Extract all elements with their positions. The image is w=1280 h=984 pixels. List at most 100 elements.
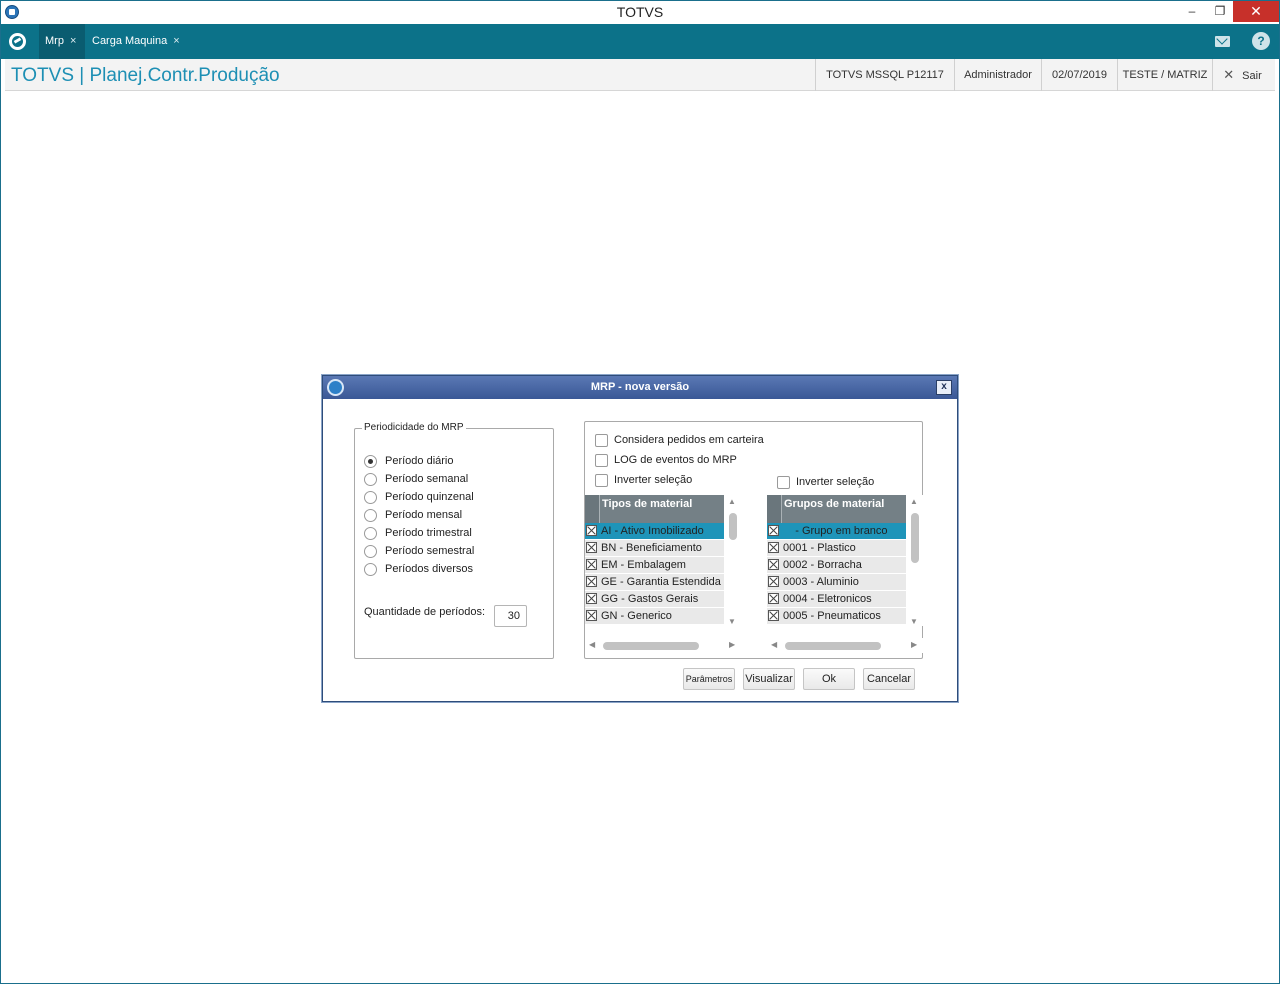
- checkbox[interactable]: [777, 476, 790, 489]
- list-header: Tipos de material: [585, 495, 724, 523]
- radio-label: Período quinzenal: [385, 491, 474, 503]
- periodicity-group: Periodicidade do MRP Período diário Perí…: [354, 422, 554, 659]
- scroll-left-icon[interactable]: ◀: [771, 640, 777, 649]
- scroll-thumb[interactable]: [911, 513, 919, 563]
- minimize-button[interactable]: –: [1177, 1, 1207, 22]
- scroll-up-icon[interactable]: ▲: [910, 497, 918, 506]
- visualizar-button[interactable]: Visualizar: [743, 668, 795, 690]
- checked-box-icon[interactable]: [768, 525, 779, 536]
- list-item-label: 0004 - Eletronicos: [783, 593, 872, 605]
- tab-mrp[interactable]: Mrp ×: [39, 24, 85, 59]
- checked-box-icon[interactable]: [768, 542, 779, 553]
- list-item[interactable]: GN - Generico: [585, 608, 724, 625]
- mail-icon[interactable]: [1215, 36, 1230, 47]
- date-label[interactable]: 02/07/2019: [1041, 59, 1117, 91]
- checked-box-icon[interactable]: [586, 576, 597, 587]
- list-item[interactable]: 0002 - Borracha: [767, 557, 906, 574]
- checked-box-icon[interactable]: [586, 525, 597, 536]
- app-window: TOTVS – ❐ ✕ Mrp × Carga Maquina × ? TOTVS …: [0, 0, 1280, 984]
- dialog-title: MRP - nova versão: [590, 381, 690, 393]
- home-icon[interactable]: [9, 33, 26, 50]
- list-item-label: 0005 - Pneumaticos: [783, 610, 881, 622]
- scroll-thumb[interactable]: [729, 513, 737, 540]
- list-item[interactable]: 0004 - Eletronicos: [767, 591, 906, 608]
- cancel-button[interactable]: Cancelar: [863, 668, 915, 690]
- page-title: TOTVS | Planej.Contr.Produção: [11, 65, 280, 86]
- dialog-close-button[interactable]: x: [936, 380, 952, 395]
- list-item[interactable]: AI - Ativo Imobilizado: [585, 523, 724, 540]
- ok-button[interactable]: Ok: [803, 668, 855, 690]
- list-item-label: - Grupo em branco: [783, 525, 888, 537]
- scroll-down-icon[interactable]: ▼: [910, 617, 918, 626]
- quantity-field[interactable]: 30: [494, 605, 527, 627]
- radio-button[interactable]: [364, 563, 377, 576]
- checked-box-icon[interactable]: [586, 610, 597, 621]
- checked-box-icon[interactable]: [768, 593, 779, 604]
- list-item-label: GG - Gastos Gerais: [601, 593, 699, 605]
- scroll-right-icon[interactable]: ▶: [911, 640, 917, 649]
- radio-button[interactable]: [364, 545, 377, 558]
- horizontal-scrollbar[interactable]: ◀ ▶: [767, 638, 923, 653]
- radio-button[interactable]: [364, 473, 377, 486]
- list-header-label: Grupos de material: [784, 498, 885, 510]
- tab-close-icon[interactable]: ×: [70, 35, 76, 47]
- list-item[interactable]: EM - Embalagem: [585, 557, 724, 574]
- checkbox-label: Considera pedidos em carteira: [614, 434, 764, 446]
- list-item[interactable]: 0003 - Aluminio: [767, 574, 906, 591]
- checkbox[interactable]: [595, 454, 608, 467]
- scroll-thumb[interactable]: [785, 642, 881, 650]
- close-window-button[interactable]: ✕: [1233, 1, 1279, 22]
- tab-label: Carga Maquina: [92, 35, 168, 47]
- list-item[interactable]: - Grupo em branco: [767, 523, 906, 540]
- parametros-button[interactable]: Parâmetros: [683, 668, 735, 690]
- checkbox[interactable]: [595, 474, 608, 487]
- list-item-label: 0002 - Borracha: [783, 559, 862, 571]
- radio-button[interactable]: [364, 491, 377, 504]
- scroll-up-icon[interactable]: ▲: [728, 497, 736, 506]
- checked-box-icon[interactable]: [586, 542, 597, 553]
- tab-carga-maquina[interactable]: Carga Maquina ×: [86, 24, 186, 59]
- checked-box-icon[interactable]: [768, 559, 779, 570]
- tab-close-icon[interactable]: ×: [173, 35, 179, 47]
- grupos-material-list[interactable]: Grupos de material - Grupo em branco 000…: [767, 495, 923, 653]
- scroll-right-icon[interactable]: ▶: [729, 640, 735, 649]
- scroll-left-icon[interactable]: ◀: [589, 640, 595, 649]
- checked-box-icon[interactable]: [768, 610, 779, 621]
- dialog-titlebar[interactable]: MRP - nova versão x: [323, 376, 957, 399]
- company-label[interactable]: TESTE / MATRIZ: [1117, 59, 1212, 91]
- tab-label: Mrp: [45, 35, 64, 47]
- user-label[interactable]: Administrador: [954, 59, 1041, 91]
- checked-box-icon[interactable]: [768, 576, 779, 587]
- window-title: TOTVS: [616, 4, 664, 20]
- radio-button[interactable]: [364, 455, 377, 468]
- maximize-button[interactable]: ❐: [1205, 1, 1235, 22]
- checked-box-icon[interactable]: [586, 559, 597, 570]
- exit-button[interactable]: ✕ Sair: [1212, 59, 1272, 91]
- radio-button[interactable]: [364, 509, 377, 522]
- list-header: Grupos de material: [767, 495, 906, 523]
- checked-box-icon[interactable]: [586, 593, 597, 604]
- help-icon[interactable]: ?: [1252, 32, 1270, 50]
- mark-column: [767, 495, 782, 523]
- list-item[interactable]: GE - Garantia Estendida: [585, 574, 724, 591]
- horizontal-scrollbar[interactable]: ◀ ▶: [585, 638, 741, 653]
- checkbox-label: Inverter seleção: [614, 474, 693, 486]
- list-item[interactable]: GG - Gastos Gerais: [585, 591, 724, 608]
- tipos-material-list[interactable]: Tipos de material AI - Ativo Imobilizado…: [585, 495, 741, 653]
- filters-group: Considera pedidos em carteira LOG de eve…: [584, 421, 923, 659]
- radio-button[interactable]: [364, 527, 377, 540]
- vertical-scrollbar[interactable]: ▲ ▼: [906, 495, 923, 626]
- list-item[interactable]: 0005 - Pneumaticos: [767, 608, 906, 625]
- list-item-label: 0003 - Aluminio: [783, 576, 859, 588]
- list-item[interactable]: 0001 - Plastico: [767, 540, 906, 557]
- environment-label[interactable]: TOTVS MSSQL P12117: [815, 59, 954, 91]
- radio-label: Período diário: [385, 455, 454, 467]
- checkbox-label: LOG de eventos do MRP: [614, 454, 737, 466]
- list-item[interactable]: BN - Beneficiamento: [585, 540, 724, 557]
- list-item-label: GN - Generico: [601, 610, 672, 622]
- radio-label: Período semestral: [385, 545, 475, 557]
- scroll-down-icon[interactable]: ▼: [728, 617, 736, 626]
- scroll-thumb[interactable]: [603, 642, 699, 650]
- vertical-scrollbar[interactable]: ▲ ▼: [724, 495, 741, 626]
- checkbox[interactable]: [595, 434, 608, 447]
